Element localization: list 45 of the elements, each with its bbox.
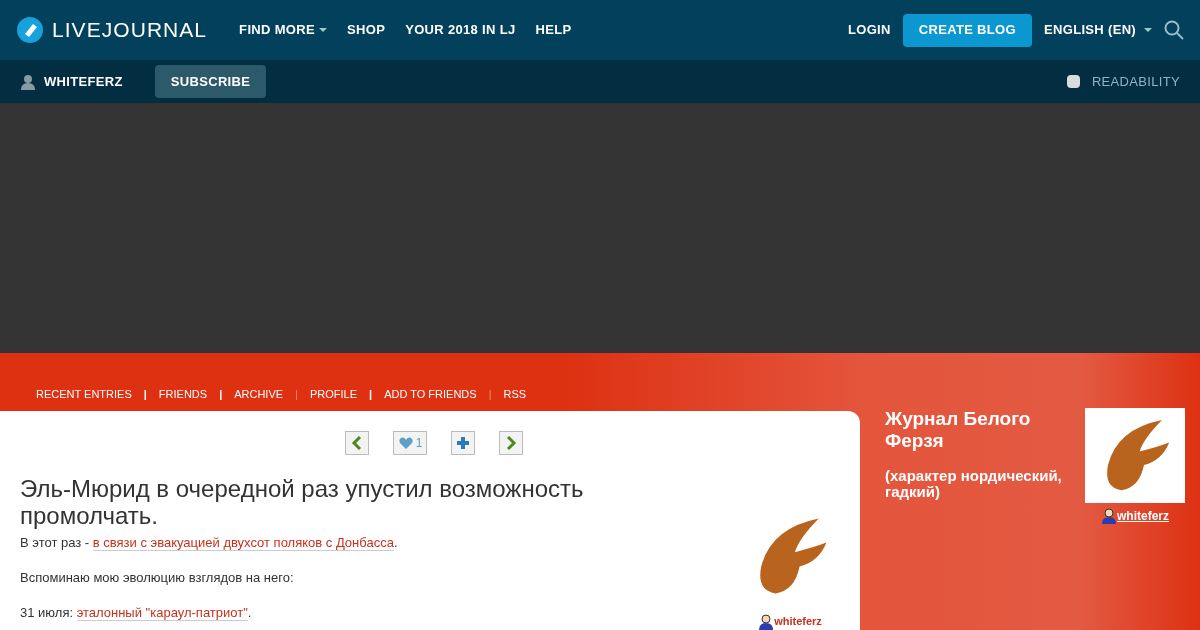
nav-separator: | [488,386,492,402]
journal-subtitle: (характер нордический, гадкий) [885,468,1063,500]
journal-nav-link[interactable]: RSS [503,385,527,403]
journal-nav-link[interactable]: FRIENDS [158,385,208,403]
nav-separator: | [219,386,223,402]
nav-link[interactable]: SHOP [347,20,386,40]
author-link[interactable]: whiteferz [774,613,822,630]
search-icon[interactable] [1164,20,1184,40]
journal-nav-link[interactable]: PROFILE [309,385,358,403]
login-link[interactable]: LOGIN [847,20,891,40]
logo-icon [16,16,44,44]
entry-link[interactable]: в связи с эвакуацией двухсот поляков с Донбасса [92,535,394,551]
user-icon [758,613,775,630]
readability-checkbox[interactable] [1066,75,1080,88]
entry-link[interactable]: эталонный "караул-патриот" [76,605,248,621]
nav-link[interactable]: FIND MORE [239,20,327,40]
nav-separator: | [143,386,147,402]
journal-user-link[interactable]: whiteferz [1117,507,1169,525]
create-blog-button[interactable]: CREATE BLOG [902,13,1032,47]
journal-nav-link[interactable]: ADD TO FRIENDS [384,385,477,403]
previous-entry-button[interactable] [344,431,369,455]
entry-paragraph: Вспоминаю мою эволюцию взглядов на него: [20,570,295,585]
journal-title: Журнал Белого Ферзя [885,408,1032,452]
journal-nav-link[interactable]: RECENT ENTRIES [36,385,132,403]
entry-paragraph: 31 июля: эталонный "караул-патриот". [20,605,253,620]
readability-label[interactable]: READABILITY [1091,71,1180,92]
entry-title: Эль-Мюрид в очередной раз упустил возможность промолчать. [20,475,585,529]
plus-icon [455,435,472,451]
heart-icon [397,435,414,451]
subscribe-button[interactable]: SUBSCRIBE [154,65,267,98]
nav-separator: | [369,386,373,402]
journal-nav-link[interactable]: ARCHIVE [234,385,284,403]
nav-separator: | [295,386,298,402]
username-link[interactable]: WHITEFERZ [44,71,123,92]
user-icon [20,73,36,90]
next-entry-button[interactable] [499,431,524,455]
add-memory-button[interactable] [451,431,476,455]
nav-link[interactable]: YOUR 2018 IN LJ [405,20,516,40]
logo-text[interactable]: LIVEJOURNAL [52,14,208,46]
caret-icon [1144,26,1152,34]
language-dropdown[interactable]: ENGLISH (EN) [1044,20,1152,40]
nav-link[interactable]: HELP [535,20,572,40]
caret-icon [319,26,327,34]
entry-paragraph: В этот раз - в связи с эвакуацией двухсот поляков с Донбасса. [20,535,399,550]
user-icon [1101,508,1117,524]
